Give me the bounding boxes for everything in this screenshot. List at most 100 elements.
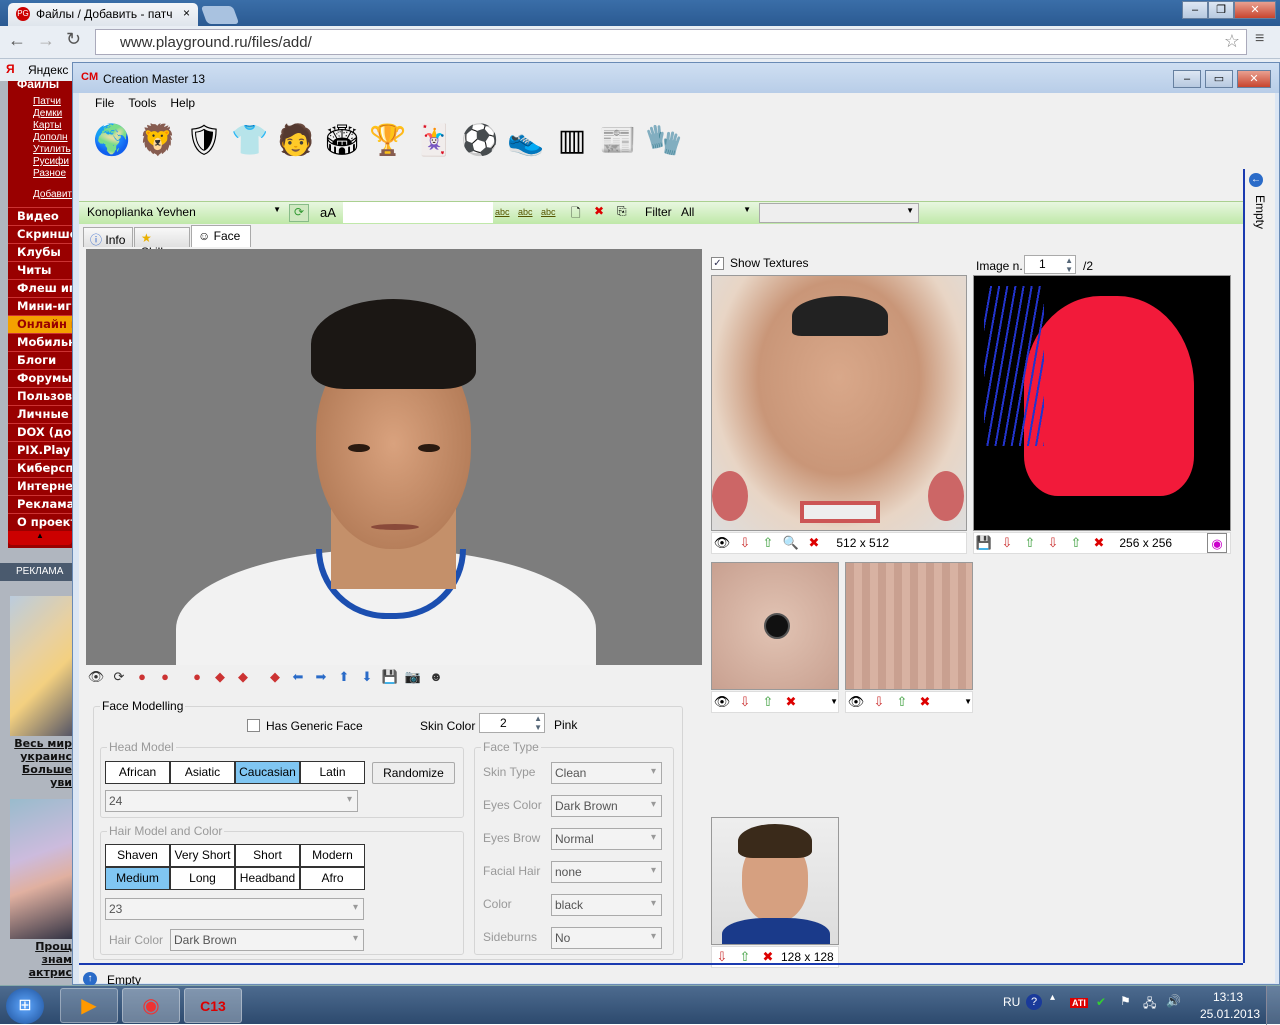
ad-image-1[interactable] (10, 596, 72, 736)
sidebar-menu-item[interactable]: Личные (8, 405, 72, 423)
sidebar-menu-item[interactable]: Мини-игр (8, 297, 72, 315)
globe-icon[interactable]: 🌍 (89, 115, 135, 165)
volume-icon[interactable]: 🔊 (1166, 994, 1181, 1008)
sidebar-menu-item[interactable]: Клубы (8, 243, 72, 261)
new-document-icon[interactable]: 🗋 (571, 204, 581, 225)
app-maximize-button[interactable]: ▭ (1205, 70, 1233, 88)
filter-select[interactable]: All ▼ (677, 203, 755, 223)
head-icon[interactable]: ● (187, 667, 207, 687)
boots-icon[interactable]: 👟 (503, 115, 549, 165)
safely-remove-icon[interactable]: ✔ (1096, 995, 1106, 1009)
ad-link-text[interactable]: Весь мир (4, 737, 72, 750)
rotate-down-icon[interactable]: ⬇ (357, 667, 377, 687)
language-indicator[interactable]: RU (1003, 995, 1020, 1009)
sidebar-menu-item[interactable]: Читы (8, 261, 72, 279)
eye-icon[interactable]: 👁 (86, 667, 106, 687)
head-icon[interactable]: ● (132, 667, 152, 687)
tab-info[interactable]: ⓘ Info (83, 227, 133, 247)
ad-link-text[interactable]: актрис (4, 966, 72, 979)
remove-icon[interactable]: ✖ (781, 692, 801, 712)
export-icon[interactable]: ⇧ (892, 692, 912, 712)
sidebar-menu-item[interactable]: Киберсп (8, 459, 72, 477)
camera-icon[interactable]: 📷 (403, 667, 423, 687)
ad-link-text[interactable]: украинс (4, 750, 72, 763)
show-desktop-button[interactable] (1266, 986, 1280, 1025)
find-icon[interactable]: abc (495, 207, 510, 217)
collapse-arrow-icon[interactable]: ▲ (8, 531, 72, 545)
randomize-button[interactable]: Randomize (372, 762, 455, 784)
hair-color-select[interactable]: Dark Brown (170, 929, 364, 951)
newspaper-icon[interactable]: 📰 (595, 115, 641, 165)
secondary-filter-select[interactable]: ▼ (759, 203, 919, 223)
refresh-icon[interactable]: ⟳ (289, 204, 309, 222)
eye-icon[interactable]: 👁 (712, 533, 732, 553)
sidebar-menu-item[interactable]: Блоги (8, 351, 72, 369)
face-icon[interactable]: ☻ (426, 667, 446, 687)
premier-league-icon[interactable]: 🦁 (135, 115, 181, 165)
sidebar-subitem[interactable]: Патчи (8, 96, 72, 108)
option-latin[interactable]: Latin (300, 761, 365, 784)
player-face-icon[interactable]: 🧑 (273, 115, 319, 165)
ati-icon[interactable]: ATI (1070, 998, 1088, 1008)
sidebar-subitem[interactable]: Демки (8, 108, 72, 120)
head-icon[interactable]: ● (155, 667, 175, 687)
copy-icon[interactable]: ⎘ (617, 204, 627, 219)
option-modern[interactable]: Modern (300, 844, 365, 867)
skin-type-select[interactable]: Clean (551, 762, 662, 784)
option-long[interactable]: Long (170, 867, 235, 890)
show-textures-checkbox[interactable]: ✓ (711, 257, 724, 270)
shirt-icon[interactable]: ◆ (210, 667, 230, 687)
reload-icon[interactable]: ↻ (66, 29, 81, 50)
sidebar-menu-item[interactable]: Форумы (8, 369, 72, 387)
tab-face[interactable]: ☺ Face (191, 225, 251, 247)
minimize-button[interactable]: – (1182, 1, 1208, 19)
ad-image-2[interactable] (10, 799, 72, 939)
sidebar-menu-item[interactable]: Флеш игр (8, 279, 72, 297)
tab-skills[interactable]: ★ Skills (134, 227, 190, 259)
save-icon[interactable]: 💾 (974, 533, 994, 553)
tab-close-icon[interactable]: × (183, 6, 190, 20)
cards-icon[interactable]: 🃏 (411, 115, 457, 165)
sidebar-menu-item[interactable]: Пользов (8, 387, 72, 405)
sideburns-select[interactable]: No (551, 927, 662, 949)
show-hidden-icons[interactable]: ▴ (1050, 992, 1055, 1003)
refresh-icon[interactable]: ⟳ (109, 667, 129, 687)
forward-icon[interactable]: → (37, 30, 55, 51)
import-icon[interactable]: ⇩ (869, 692, 889, 712)
app-close-button[interactable]: ✕ (1237, 70, 1271, 88)
eye-texture[interactable] (711, 562, 839, 690)
sidebar-menu-item[interactable]: Мобильн (8, 333, 72, 351)
option-very-short[interactable]: Very Short (170, 844, 235, 867)
import-icon[interactable]: ⇩ (735, 692, 755, 712)
sidebar-menu-item[interactable]: Видео (8, 207, 72, 225)
creation-master-taskbar-icon[interactable]: C13 (184, 988, 242, 1023)
remove-icon[interactable]: ✖ (915, 692, 935, 712)
eyes-brow-select[interactable]: Normal (551, 828, 662, 850)
menu-file[interactable]: File (95, 96, 114, 110)
skin-texture[interactable] (845, 562, 973, 690)
option-african[interactable]: African (105, 761, 170, 784)
sidebar-subitem[interactable]: Русифи (8, 156, 72, 168)
export-icon[interactable]: ⇧ (1020, 533, 1040, 553)
player-photo[interactable] (711, 817, 839, 945)
gloves-icon[interactable]: 🧤 (641, 115, 687, 165)
color-picker-icon[interactable]: ◉ (1207, 533, 1227, 553)
sidebar-menu-item[interactable]: Реклама (8, 495, 72, 513)
option-short[interactable]: Short (235, 844, 300, 867)
shirt-icon[interactable]: ◆ (265, 667, 285, 687)
color-select[interactable]: black (551, 894, 662, 916)
sidebar-subitem[interactable]: Дополн (8, 132, 72, 144)
option-afro[interactable]: Afro (300, 867, 365, 890)
media-player-taskbar-icon[interactable]: ▶ (60, 988, 118, 1023)
option-medium[interactable]: Medium (105, 867, 170, 890)
start-button[interactable]: ⊞ (6, 988, 44, 1024)
image-n-spinner[interactable]: 1 ▲ ▼ (1024, 255, 1076, 274)
import-icon[interactable]: ⇩ (735, 533, 755, 553)
export-icon[interactable]: ⇧ (758, 533, 778, 553)
chrome-taskbar-icon[interactable]: ◉ (122, 988, 180, 1023)
search-input[interactable] (343, 202, 493, 223)
face-3d-preview[interactable] (86, 249, 702, 665)
shirt-icon[interactable]: ◆ (233, 667, 253, 687)
import-icon[interactable]: ⇩ (997, 533, 1017, 553)
app-minimize-button[interactable]: – (1173, 70, 1201, 88)
